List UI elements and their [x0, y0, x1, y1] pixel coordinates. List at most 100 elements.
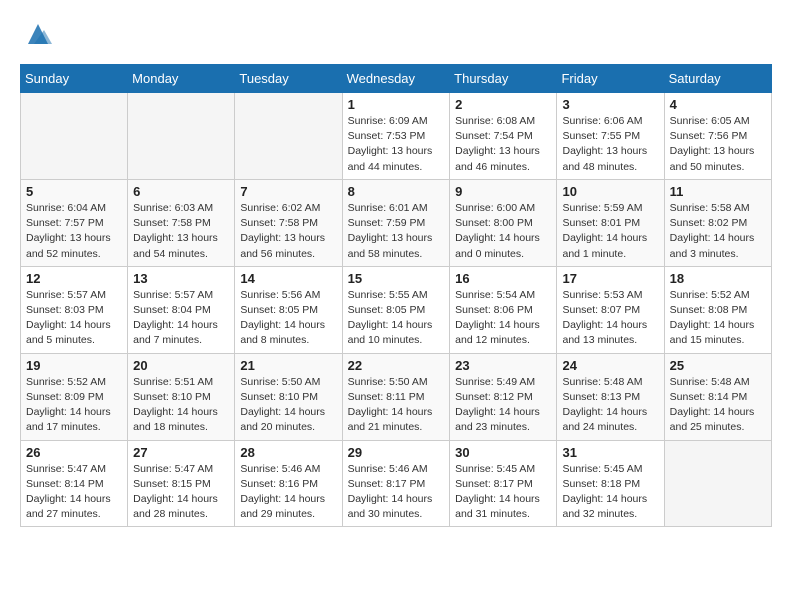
logo-icon [24, 20, 52, 48]
day-number: 3 [562, 97, 658, 112]
day-number: 8 [348, 184, 445, 199]
day-number: 30 [455, 445, 551, 460]
day-info: Sunrise: 5:56 AMSunset: 8:05 PMDaylight:… [240, 288, 336, 349]
calendar-cell: 6 Sunrise: 6:03 AMSunset: 7:58 PMDaylight… [128, 179, 235, 266]
calendar-cell: 17Sunrise: 5:53 AMSunset: 8:07 PMDayligh… [557, 266, 664, 353]
weekday-header-wednesday: Wednesday [342, 65, 450, 93]
day-number: 25 [670, 358, 766, 373]
day-info: Sunrise: 6:00 AMSunset: 8:00 PMDaylight:… [455, 201, 551, 262]
day-info: Sunrise: 5:59 AMSunset: 8:01 PMDaylight:… [562, 201, 658, 262]
day-number: 11 [670, 184, 766, 199]
calendar-week-row: 12 Sunrise: 5:57 AMSunset: 8:03 PMDayligh… [21, 266, 772, 353]
day-info: Sunrise: 5:57 AMSunset: 8:03 PMDaylight:… [26, 288, 122, 349]
day-number: 21 [240, 358, 336, 373]
day-info: Sunrise: 5:47 AMSunset: 8:15 PMDaylight:… [133, 462, 229, 523]
day-info: Sunrise: 5:57 AMSunset: 8:04 PMDaylight:… [133, 288, 229, 349]
weekday-header-thursday: Thursday [450, 65, 557, 93]
day-number: 14 [240, 271, 336, 286]
day-number: 27 [133, 445, 229, 460]
day-info: Sunrise: 5:52 AMSunset: 8:08 PMDaylight:… [670, 288, 766, 349]
calendar-cell: 25 Sunrise: 5:48 AMSunset: 8:14 PMDayligh… [664, 353, 771, 440]
weekday-header-monday: Monday [128, 65, 235, 93]
day-info: Sunrise: 6:02 AMSunset: 7:58 PMDaylight:… [240, 201, 336, 262]
day-info: Sunrise: 5:45 AMSunset: 8:17 PMDaylight:… [455, 462, 551, 523]
calendar-cell: 2Sunrise: 6:08 AMSunset: 7:54 PMDaylight… [450, 93, 557, 180]
day-info: Sunrise: 6:09 AMSunset: 7:53 PMDaylight:… [348, 114, 445, 175]
day-number: 15 [348, 271, 445, 286]
day-number: 7 [240, 184, 336, 199]
day-number: 13 [133, 271, 229, 286]
day-info: Sunrise: 5:50 AMSunset: 8:11 PMDaylight:… [348, 375, 445, 436]
day-number: 20 [133, 358, 229, 373]
day-number: 16 [455, 271, 551, 286]
day-info: Sunrise: 5:47 AMSunset: 8:14 PMDaylight:… [26, 462, 122, 523]
day-number: 24 [562, 358, 658, 373]
day-info: Sunrise: 5:53 AMSunset: 8:07 PMDaylight:… [562, 288, 658, 349]
day-info: Sunrise: 6:06 AMSunset: 7:55 PMDaylight:… [562, 114, 658, 175]
day-info: Sunrise: 6:03 AMSunset: 7:58 PMDaylight:… [133, 201, 229, 262]
calendar-cell: 31 Sunrise: 5:45 AMSunset: 8:18 PMDayligh… [557, 440, 664, 527]
calendar-cell: 27 Sunrise: 5:47 AMSunset: 8:15 PMDayligh… [128, 440, 235, 527]
calendar-table: SundayMondayTuesdayWednesdayThursdayFrid… [20, 64, 772, 527]
calendar-cell: 24Sunrise: 5:48 AMSunset: 8:13 PMDayligh… [557, 353, 664, 440]
calendar-cell: 14 Sunrise: 5:56 AMSunset: 8:05 PMDayligh… [235, 266, 342, 353]
calendar-cell: 26Sunrise: 5:47 AMSunset: 8:14 PMDayligh… [21, 440, 128, 527]
calendar-cell: 7 Sunrise: 6:02 AMSunset: 7:58 PMDaylight… [235, 179, 342, 266]
calendar-cell: 30 Sunrise: 5:45 AMSunset: 8:17 PMDayligh… [450, 440, 557, 527]
weekday-header-row: SundayMondayTuesdayWednesdayThursdayFrid… [21, 65, 772, 93]
page-header [20, 20, 772, 48]
day-number: 29 [348, 445, 445, 460]
day-number: 6 [133, 184, 229, 199]
calendar-week-row: 19Sunrise: 5:52 AMSunset: 8:09 PMDayligh… [21, 353, 772, 440]
day-number: 12 [26, 271, 122, 286]
calendar-cell: 18 Sunrise: 5:52 AMSunset: 8:08 PMDayligh… [664, 266, 771, 353]
weekday-header-tuesday: Tuesday [235, 65, 342, 93]
calendar-cell: 10 Sunrise: 5:59 AMSunset: 8:01 PMDayligh… [557, 179, 664, 266]
day-info: Sunrise: 6:05 AMSunset: 7:56 PMDaylight:… [670, 114, 766, 175]
weekday-header-saturday: Saturday [664, 65, 771, 93]
day-info: Sunrise: 6:01 AMSunset: 7:59 PMDaylight:… [348, 201, 445, 262]
calendar-week-row: 5Sunrise: 6:04 AMSunset: 7:57 PMDaylight… [21, 179, 772, 266]
calendar-cell: 28 Sunrise: 5:46 AMSunset: 8:16 PMDayligh… [235, 440, 342, 527]
day-info: Sunrise: 6:04 AMSunset: 7:57 PMDaylight:… [26, 201, 122, 262]
day-info: Sunrise: 5:46 AMSunset: 8:17 PMDaylight:… [348, 462, 445, 523]
calendar-cell: 13 Sunrise: 5:57 AMSunset: 8:04 PMDayligh… [128, 266, 235, 353]
day-info: Sunrise: 5:48 AMSunset: 8:14 PMDaylight:… [670, 375, 766, 436]
calendar-cell: 8 Sunrise: 6:01 AMSunset: 7:59 PMDaylight… [342, 179, 450, 266]
day-info: Sunrise: 5:51 AMSunset: 8:10 PMDaylight:… [133, 375, 229, 436]
day-info: Sunrise: 5:49 AMSunset: 8:12 PMDaylight:… [455, 375, 551, 436]
calendar-cell: 19Sunrise: 5:52 AMSunset: 8:09 PMDayligh… [21, 353, 128, 440]
calendar-cell: 21 Sunrise: 5:50 AMSunset: 8:10 PMDayligh… [235, 353, 342, 440]
day-info: Sunrise: 5:50 AMSunset: 8:10 PMDaylight:… [240, 375, 336, 436]
weekday-header-sunday: Sunday [21, 65, 128, 93]
calendar-cell: 5Sunrise: 6:04 AMSunset: 7:57 PMDaylight… [21, 179, 128, 266]
day-number: 31 [562, 445, 658, 460]
day-info: Sunrise: 5:55 AMSunset: 8:05 PMDaylight:… [348, 288, 445, 349]
day-number: 23 [455, 358, 551, 373]
day-info: Sunrise: 5:45 AMSunset: 8:18 PMDaylight:… [562, 462, 658, 523]
calendar-cell: 12 Sunrise: 5:57 AMSunset: 8:03 PMDayligh… [21, 266, 128, 353]
calendar-cell: 1 Sunrise: 6:09 AMSunset: 7:53 PMDaylight… [342, 93, 450, 180]
day-number: 28 [240, 445, 336, 460]
calendar-cell [664, 440, 771, 527]
day-number: 1 [348, 97, 445, 112]
calendar-week-row: 26Sunrise: 5:47 AMSunset: 8:14 PMDayligh… [21, 440, 772, 527]
day-number: 4 [670, 97, 766, 112]
calendar-cell: 4 Sunrise: 6:05 AMSunset: 7:56 PMDaylight… [664, 93, 771, 180]
day-number: 10 [562, 184, 658, 199]
calendar-cell: 11 Sunrise: 5:58 AMSunset: 8:02 PMDayligh… [664, 179, 771, 266]
day-number: 18 [670, 271, 766, 286]
calendar-cell: 9 Sunrise: 6:00 AMSunset: 8:00 PMDaylight… [450, 179, 557, 266]
day-number: 2 [455, 97, 551, 112]
calendar-week-row: 1 Sunrise: 6:09 AMSunset: 7:53 PMDaylight… [21, 93, 772, 180]
day-number: 9 [455, 184, 551, 199]
calendar-cell: 22 Sunrise: 5:50 AMSunset: 8:11 PMDayligh… [342, 353, 450, 440]
day-info: Sunrise: 5:46 AMSunset: 8:16 PMDaylight:… [240, 462, 336, 523]
day-number: 22 [348, 358, 445, 373]
weekday-header-friday: Friday [557, 65, 664, 93]
calendar-cell [21, 93, 128, 180]
calendar-cell: 15 Sunrise: 5:55 AMSunset: 8:05 PMDayligh… [342, 266, 450, 353]
day-info: Sunrise: 5:58 AMSunset: 8:02 PMDaylight:… [670, 201, 766, 262]
day-number: 19 [26, 358, 122, 373]
logo [20, 20, 52, 48]
